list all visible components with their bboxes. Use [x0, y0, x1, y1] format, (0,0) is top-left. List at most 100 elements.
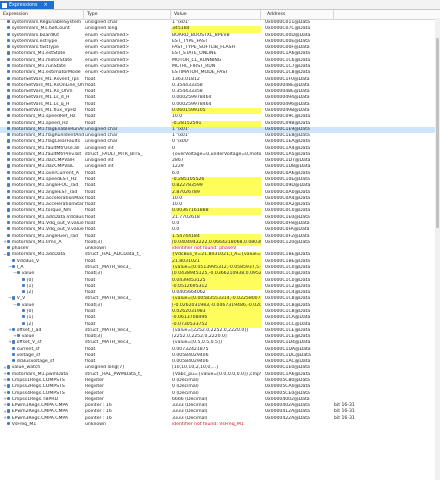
- variable-icon: [7, 189, 11, 193]
- expression-name: EPwm2Regs.CMPA.CMPA: [11, 409, 69, 415]
- column-header-type[interactable]: Type: [84, 10, 171, 19]
- value-cell[interactable]: identifier not found: VsFreq_M1: [171, 422, 261, 428]
- tab-expressions[interactable]: Expressions ×: [0, 1, 54, 9]
- expression-name: value: [21, 271, 35, 277]
- variable-icon: [7, 70, 11, 74]
- expression-name: VdcBus_V: [16, 258, 40, 264]
- variable-icon: [7, 133, 11, 137]
- variable-icon: [7, 170, 11, 174]
- expression-name: offset_V_sf: [16, 340, 42, 346]
- variable-icon: [7, 246, 11, 250]
- expression-name: Cmpss4Regs.COMPSTS: [11, 390, 65, 396]
- expression-name: Cmpss1Regs.COMPSTS: [11, 378, 65, 384]
- expression-name: Cmpss2Regs.COMPSTS: [11, 384, 65, 390]
- bitfield-cell: bit 16-31: [334, 415, 355, 421]
- expression-name: motorVars_M1.faultMtrPrev.bit: [11, 152, 82, 157]
- expression-name: motorSetVars_M1.Rsvent_rps: [11, 76, 79, 82]
- column-header-expression[interactable]: Expression: [0, 10, 84, 19]
- column-header-address[interactable]: Address: [264, 10, 334, 19]
- variable-icon: [17, 334, 21, 338]
- variable-icon: [7, 384, 11, 388]
- expression-name: [1]: [26, 315, 34, 321]
- expression-name: motorSetVars_M1.flux_VpHz: [11, 108, 77, 114]
- variable-icon: [22, 283, 26, 287]
- column-header: Expression Type Value Address: [0, 10, 440, 20]
- variable-icon: [7, 415, 11, 419]
- expression-name: V_V: [16, 296, 26, 302]
- expression-name: motorVars_M1.dacCMPValL: [11, 164, 74, 170]
- expression-name: value: [21, 302, 35, 308]
- vertical-scrollbar[interactable]: [435, 18, 440, 480]
- variable-icon: [12, 340, 16, 344]
- expression-name: offset_I_ad: [16, 327, 42, 333]
- variable-icon: [7, 45, 11, 49]
- variable-icon: [7, 107, 11, 112]
- expression-name: motorVars_M1.angleGen_rad: [11, 233, 78, 239]
- expression-name: voltage_sf: [16, 353, 41, 358]
- expression-name: [2]: [26, 290, 34, 296]
- expression-name: [1]: [26, 283, 34, 289]
- tab-label: Expressions: [9, 2, 38, 8]
- expression-name: motorVars_M1.flagRunIdentAndOnLine: [11, 133, 84, 139]
- expressions-icon: [2, 2, 7, 8]
- variable-icon: [7, 378, 11, 382]
- variable-icon: [17, 302, 21, 306]
- table-row[interactable]: VsFreq_M1 unknown identifier not found: Vs…: [0, 422, 440, 428]
- expression-name: motorVars_M1.estState: [11, 51, 66, 57]
- scrollbar-thumb[interactable]: [436, 38, 439, 228]
- close-icon[interactable]: ×: [44, 2, 48, 8]
- variable-icon: [7, 371, 11, 375]
- expression-name: systemVars_M1.ISRCount: [11, 26, 70, 32]
- variable-icon: [22, 321, 26, 325]
- expression-name: [2]: [26, 321, 34, 327]
- variable-icon: [22, 277, 26, 281]
- expression-name: motorVars_M1.pwmData: [11, 371, 69, 377]
- variable-icon: [17, 271, 21, 275]
- expression-name: motorSetVars_M1.Ls_q_H: [11, 101, 70, 107]
- variable-icon: [7, 195, 11, 200]
- variable-icon: [7, 164, 11, 168]
- variable-icon: [7, 101, 11, 105]
- variable-icon: [12, 352, 16, 357]
- expression-name: motorSetVars_M1.RsOnLine_Ohm: [11, 82, 84, 88]
- variable-icon: [7, 126, 11, 130]
- expression-name: current_sf: [16, 346, 40, 352]
- expression-name: VsFreq_M1: [11, 422, 37, 428]
- expression-name: motorSetVars_M1.Rs_Ohm: [11, 89, 73, 95]
- variable-icon: [12, 359, 16, 363]
- variable-icon: [7, 139, 11, 143]
- variable-icon: [7, 114, 11, 118]
- expression-name: motorVars_M1.speed_Hz: [11, 120, 69, 126]
- variable-icon: [7, 82, 11, 86]
- column-header-value[interactable]: Value: [171, 10, 261, 19]
- expression-name: motorVars_M1.overCurrent_A: [11, 170, 79, 176]
- expression-name: systemVars.fastType: [11, 45, 59, 51]
- expression-name: value: [21, 334, 35, 340]
- variable-icon: [7, 365, 11, 369]
- expression-name: EPwm1Regs.CMPA.CMPA: [11, 403, 69, 409]
- variable-icon: [7, 239, 11, 244]
- variable-icon: [7, 95, 11, 99]
- address-cell: [264, 422, 334, 428]
- variable-icon: [22, 315, 26, 319]
- expression-name: motorVars_M1.torque_Nm: [11, 208, 72, 214]
- expression-name: I_A: [16, 265, 24, 271]
- expression-name: motorVars_M1.estimatorMode: [11, 70, 81, 76]
- expression-name: systemVars.RegEnableSystem: [11, 20, 82, 26]
- expression-name: phaseV: [11, 246, 29, 252]
- variable-icon: [7, 214, 11, 218]
- expression-name: motorVars_M1.adcData: [11, 252, 66, 258]
- variable-icon: [7, 396, 11, 401]
- expression-name: motorVars_M1.adcData.VdcBus_V: [11, 214, 84, 220]
- expression-name: EPwm3Regs.CMPA.CMPA: [11, 415, 69, 421]
- variable-icon: [22, 308, 26, 313]
- variable-icon: [7, 63, 11, 68]
- variable-icon: [7, 89, 11, 93]
- expression-name: motorVars_M1.accelerationStart_Hzps: [11, 202, 84, 208]
- expression-name: motorVars_M1.speedRef_Hz: [11, 114, 76, 120]
- variable-icon: [7, 202, 11, 206]
- expression-cell[interactable]: VsFreq_M1: [0, 422, 84, 428]
- expression-name: motorVars_M1.flagClearFaults: [11, 139, 81, 145]
- variable-icon: [12, 296, 16, 300]
- variable-icon: [7, 158, 11, 162]
